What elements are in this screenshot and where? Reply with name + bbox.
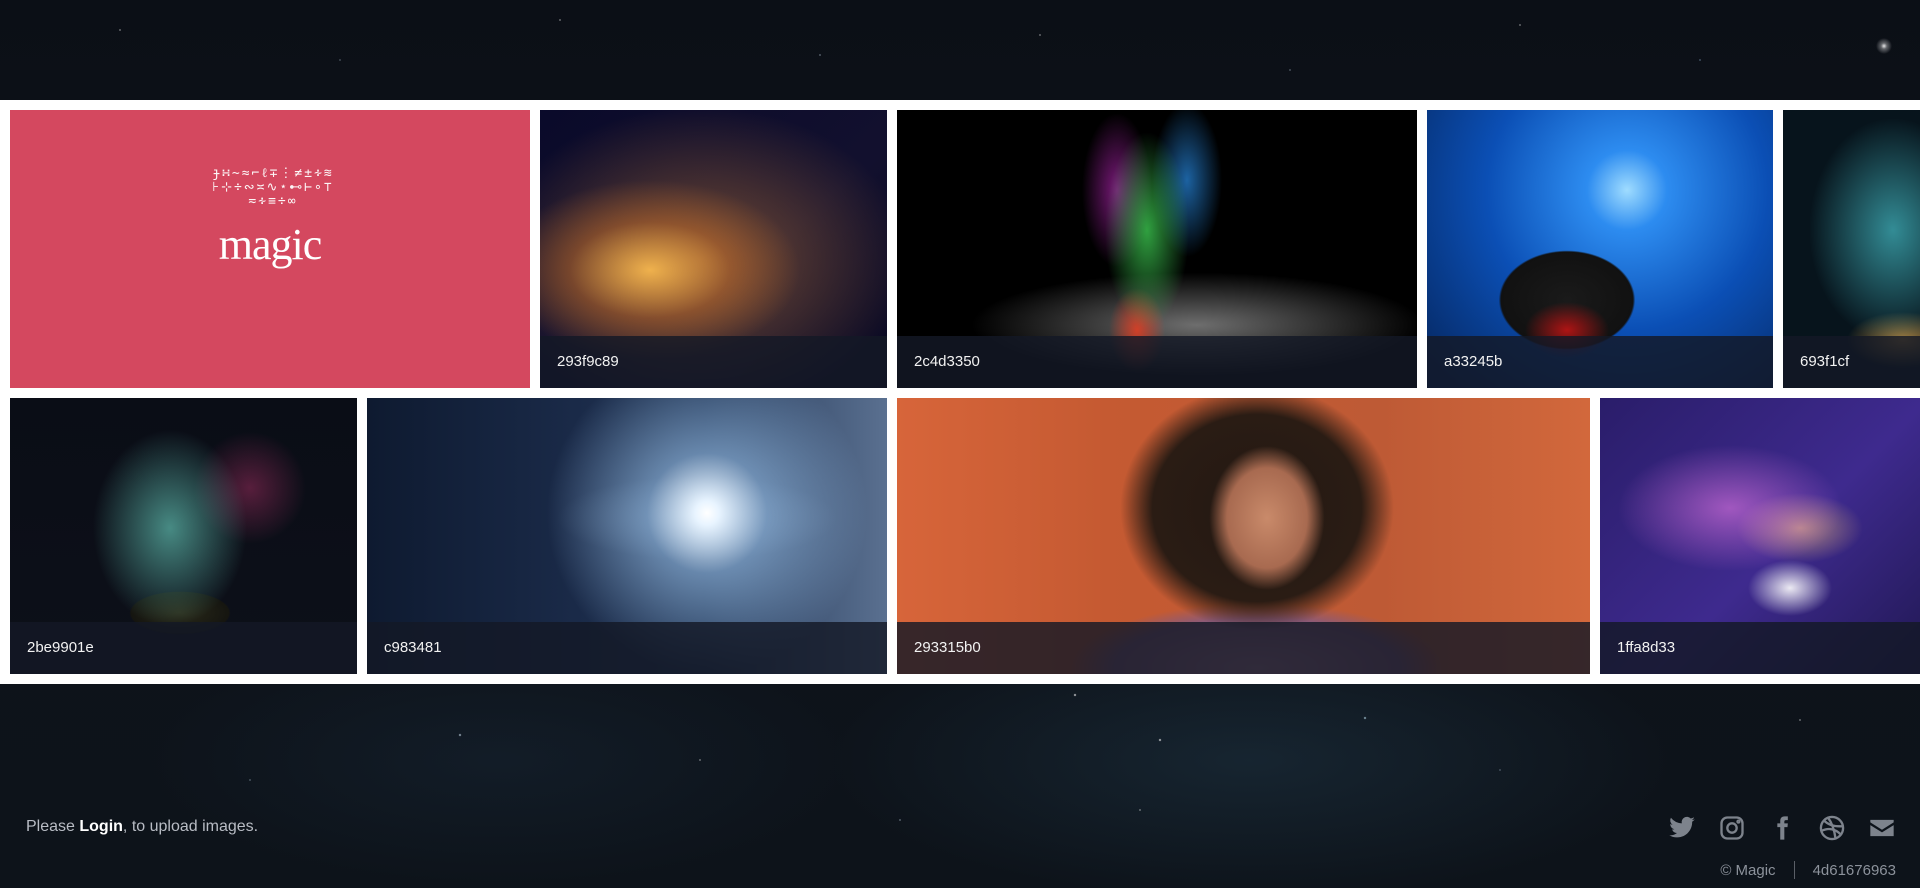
gallery-tile[interactable]: c983481 xyxy=(367,398,887,674)
gallery-tile[interactable]: 2c4d3350 xyxy=(897,110,1417,388)
gallery-tile-logo[interactable]: ɟ∺~≈⌐ℓ∓⋮≠±∻≋⊦⊹÷∾≍∿⋆⊷⊢∘⊤≂∻≡÷∞ magic xyxy=(10,110,530,388)
social-links xyxy=(1668,814,1896,842)
tile-caption: 1ffa8d33 xyxy=(1600,622,1920,674)
tile-caption: 693f1cf xyxy=(1783,336,1920,388)
login-prefix: Please xyxy=(26,818,80,835)
tile-caption: 293f9c89 xyxy=(540,336,887,388)
dribbble-icon[interactable] xyxy=(1818,814,1846,842)
footer-meta: © Magic 4d61676963 xyxy=(1720,861,1896,879)
login-prompt: Please Login, to upload images. xyxy=(26,818,258,836)
tile-caption: a33245b xyxy=(1427,336,1773,388)
instagram-icon[interactable] xyxy=(1718,814,1746,842)
logo-glyphs: ɟ∺~≈⌐ℓ∓⋮≠±∻≋⊦⊹÷∾≍∿⋆⊷⊢∘⊤≂∻≡÷∞ xyxy=(212,166,334,209)
footer-divider xyxy=(1793,861,1795,879)
tile-caption: 293315b0 xyxy=(897,622,1590,674)
gallery-tile[interactable]: 293315b0 xyxy=(897,398,1590,674)
tile-caption: 2c4d3350 xyxy=(897,336,1417,388)
twitter-icon[interactable] xyxy=(1668,814,1696,842)
gallery-tile[interactable]: 1ffa8d33 xyxy=(1600,398,1920,674)
tile-caption: c983481 xyxy=(367,622,887,674)
build-id: 4d61676963 xyxy=(1812,861,1896,879)
facebook-icon[interactable] xyxy=(1768,814,1796,842)
gallery-tile[interactable]: a33245b xyxy=(1427,110,1773,388)
mail-icon[interactable] xyxy=(1868,814,1896,842)
gallery-tile[interactable]: 293f9c89 xyxy=(540,110,887,388)
login-suffix: , to upload images. xyxy=(122,818,259,835)
magic-logo: ɟ∺~≈⌐ℓ∓⋮≠±∻≋⊦⊹÷∾≍∿⋆⊷⊢∘⊤≂∻≡÷∞ magic xyxy=(190,149,350,349)
gallery-tile[interactable]: 2be9901e xyxy=(10,398,357,674)
copyright-text: © Magic xyxy=(1720,861,1776,879)
logo-word: magic xyxy=(218,220,323,269)
image-gallery: ɟ∺~≈⌐ℓ∓⋮≠±∻≋⊦⊹÷∾≍∿⋆⊷⊢∘⊤≂∻≡÷∞ magic 293f9… xyxy=(0,100,1920,684)
tile-caption: 2be9901e xyxy=(10,622,357,674)
login-link[interactable]: Login xyxy=(79,818,123,835)
gallery-tile[interactable]: 693f1cf xyxy=(1783,110,1920,388)
